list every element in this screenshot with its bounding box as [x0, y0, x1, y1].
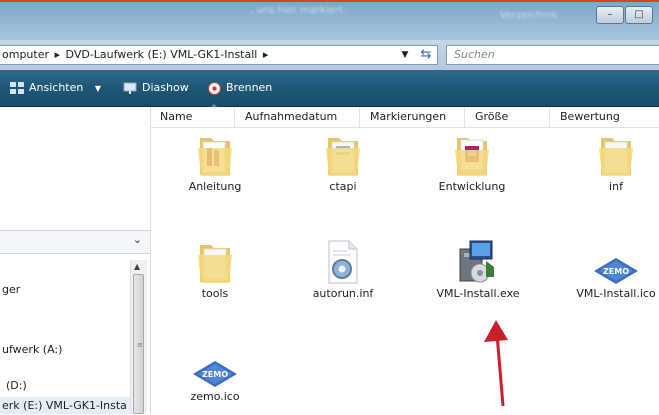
address-field[interactable]: omputer ▸ DVD-Laufwerk (E:) VML-GK1-Inst…: [0, 45, 438, 65]
blurred-caption: , uns hier markiert.: [250, 5, 346, 16]
refresh-icon[interactable]: ⇆: [416, 45, 436, 65]
svg-text:ZEMO: ZEMO: [202, 370, 228, 379]
views-button[interactable]: Ansichten ▼: [10, 80, 101, 96]
column-date-taken[interactable]: Aufnahmedatum: [235, 107, 360, 127]
file-item-ctapi[interactable]: ctapi: [283, 130, 403, 205]
settings-file-icon: [283, 237, 403, 285]
file-name: Anleitung: [188, 180, 242, 193]
file-item-tools[interactable]: tools: [155, 237, 275, 312]
address-dropdown-icon[interactable]: ▼: [396, 45, 414, 65]
scroll-grip-icon: ≡: [137, 341, 143, 349]
search-input[interactable]: Suchen: [446, 45, 659, 65]
file-name: VML-Install.ico: [576, 287, 656, 300]
file-name: inf: [609, 180, 623, 193]
column-headers: Name Aufnahmedatum Markierungen Größe Be…: [150, 107, 659, 128]
file-name: ctapi: [329, 180, 357, 193]
navigation-pane: [0, 107, 151, 414]
folder-icon: [155, 130, 275, 178]
file-name: tools: [201, 287, 229, 300]
file-item-anleitung[interactable]: Anleitung: [155, 130, 275, 205]
column-tags[interactable]: Markierungen: [360, 107, 465, 127]
nav-item-dvd-drive[interactable]: erk (E:) VML-GK1-Insta: [2, 399, 127, 412]
nav-item-1[interactable]: ger: [2, 283, 20, 296]
zemo-logo-icon: ZEMO: [155, 340, 275, 388]
folders-header[interactable]: ⌄: [0, 230, 150, 254]
breadcrumb-separator-icon[interactable]: ▸: [261, 48, 269, 61]
file-item-vml-install-ico[interactable]: ZEMO VML-Install.ico: [556, 237, 659, 312]
annotation-arrow-icon: [484, 320, 508, 407]
svg-text:ZEMO: ZEMO: [603, 267, 629, 276]
blurred-caption-right: Verzeichnis: [500, 10, 557, 21]
breadcrumb-separator-icon[interactable]: ▸: [53, 48, 61, 61]
nav-scrollbar[interactable]: ▲ ≡: [130, 260, 147, 414]
scroll-up-icon[interactable]: ▲: [134, 262, 140, 271]
file-item-inf[interactable]: inf: [556, 130, 659, 205]
breadcrumb-computer[interactable]: omputer: [0, 48, 49, 61]
file-item-autorun[interactable]: autorun.inf: [283, 237, 403, 312]
file-name: zemo.ico: [190, 390, 240, 403]
file-name: VML-Install.exe: [436, 287, 520, 300]
address-bar: omputer ▸ DVD-Laufwerk (E:) VML-GK1-Inst…: [0, 40, 659, 70]
nav-item-drive-d[interactable]: (D:): [6, 379, 27, 392]
folder-icon: [283, 130, 403, 178]
slideshow-button[interactable]: Diashow: [123, 80, 189, 96]
folder-icon: [412, 130, 532, 178]
minimize-button[interactable]: –: [596, 6, 624, 24]
column-size[interactable]: Größe: [465, 107, 550, 127]
chevron-down-icon: ▼: [94, 84, 102, 93]
folder-icon: [556, 130, 659, 178]
chevron-down-icon[interactable]: ⌄: [133, 233, 142, 246]
scroll-thumb[interactable]: ≡: [133, 274, 144, 414]
window-titlebar[interactable]: , uns hier markiert. Verzeichnis – □: [0, 2, 659, 40]
burn-disc-icon: [208, 81, 221, 95]
file-item-zemo-ico[interactable]: ZEMO zemo.ico: [155, 340, 275, 415]
nav-item-floppy[interactable]: ufwerk (A:): [2, 343, 62, 356]
burn-button[interactable]: Brennen: [208, 80, 272, 96]
file-item-entwicklung[interactable]: Entwicklung: [412, 130, 532, 205]
window-controls: – □: [595, 6, 653, 24]
file-name: autorun.inf: [312, 287, 374, 300]
file-name: Entwicklung: [438, 180, 506, 193]
folder-icon: [155, 237, 275, 285]
file-item-vml-install-exe[interactable]: VML-Install.exe: [418, 237, 538, 312]
breadcrumb-dvd-drive[interactable]: DVD-Laufwerk (E:) VML-GK1-Install: [64, 48, 258, 61]
maximize-button[interactable]: □: [625, 6, 653, 24]
command-toolbar: Ansichten ▼ Diashow Brennen: [0, 70, 659, 107]
installer-icon: [418, 237, 538, 285]
zemo-logo-icon: ZEMO: [556, 237, 659, 285]
column-name[interactable]: Name: [150, 107, 235, 127]
slideshow-icon: [123, 82, 137, 94]
column-rating[interactable]: Bewertung: [550, 107, 659, 127]
views-icon: [10, 82, 24, 94]
